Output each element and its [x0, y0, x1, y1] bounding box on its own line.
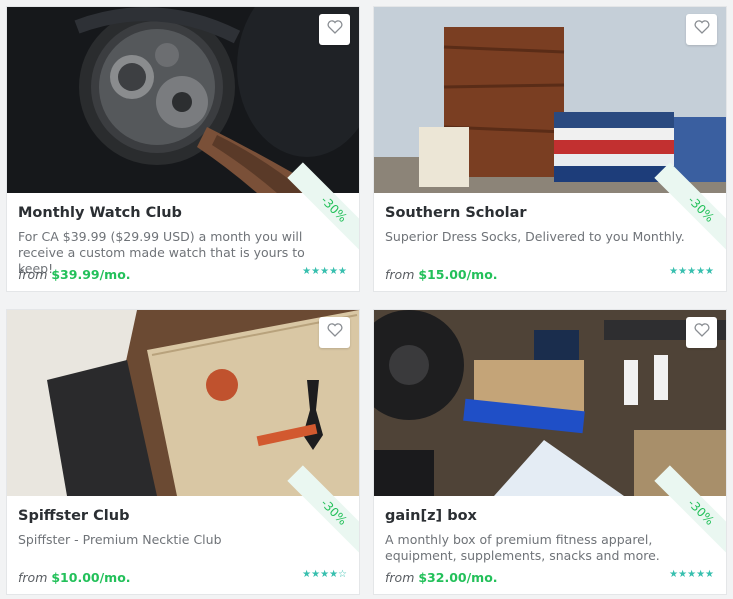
card-description: Spiffster - Premium Necktie Club: [18, 532, 222, 547]
favorite-button[interactable]: [686, 14, 717, 45]
card-price: from $15.00/mo.: [385, 267, 498, 282]
card-description: A monthly box of premium fitness apparel…: [385, 532, 660, 563]
product-card[interactable]: -30% Monthly Watch Club For CA $39.99 ($…: [6, 6, 360, 292]
card-description: Superior Dress Socks, Delivered to you M…: [385, 229, 685, 244]
favorite-button[interactable]: [319, 317, 350, 348]
rating-stars: ★★★★☆: [302, 569, 347, 580]
card-price: from $39.99/mo.: [18, 267, 131, 282]
rating-stars: ★★★★★: [302, 266, 347, 277]
product-card[interactable]: -30% gain[z] box A monthly box of premiu…: [373, 309, 727, 595]
rating-stars: ★★★★★: [669, 266, 714, 277]
heart-icon: [694, 323, 710, 342]
favorite-button[interactable]: [686, 317, 717, 348]
heart-icon: [327, 20, 343, 39]
favorite-button[interactable]: [319, 14, 350, 45]
card-price: from $10.00/mo.: [18, 570, 131, 585]
heart-icon: [327, 323, 343, 342]
card-title[interactable]: Southern Scholar: [385, 205, 527, 221]
product-card[interactable]: -30% Spiffster Club Spiffster - Premium …: [6, 309, 360, 595]
rating-stars: ★★★★★: [669, 569, 714, 580]
card-title[interactable]: Monthly Watch Club: [18, 205, 182, 221]
card-title[interactable]: Spiffster Club: [18, 508, 129, 524]
card-title[interactable]: gain[z] box: [385, 508, 477, 524]
product-card[interactable]: -30% Southern Scholar Superior Dress Soc…: [373, 6, 727, 292]
card-price: from $32.00/mo.: [385, 570, 498, 585]
heart-icon: [694, 20, 710, 39]
